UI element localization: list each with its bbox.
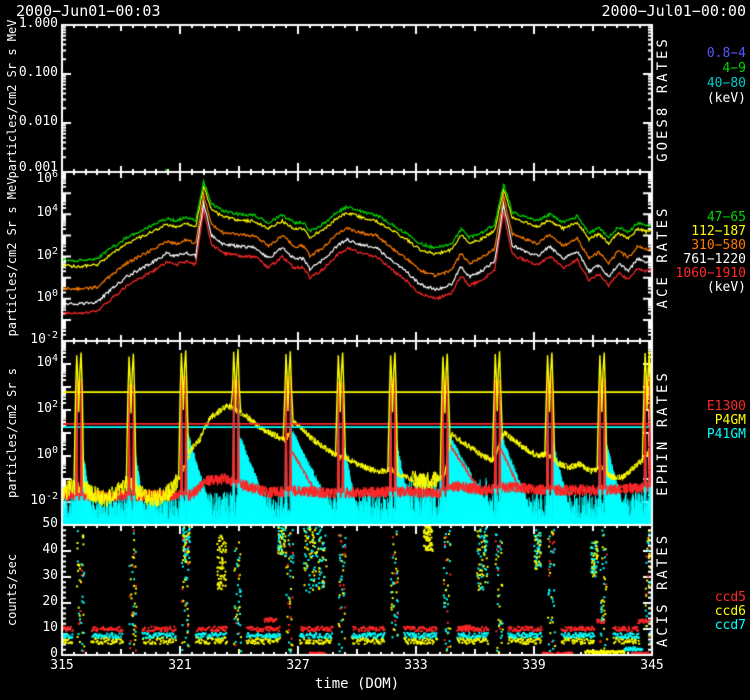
legend-entry: ccd7: [656, 618, 746, 634]
y-tick-exp: -2: [46, 491, 58, 502]
legend-entry: 40−80: [656, 76, 746, 92]
legend-entry: 0.8−4: [656, 46, 746, 62]
y-tick-base: 10: [36, 248, 52, 263]
y-tick-base: 10: [30, 493, 46, 508]
x-axis-label: time (DOM): [297, 676, 417, 692]
legend-entry: P41GM: [656, 427, 746, 443]
title-right-date: 2000−Jul01−00:00: [560, 3, 746, 19]
y-tick-base: 10: [36, 290, 52, 305]
y-tick-base: 10: [36, 447, 52, 462]
y-tick-exp: 6: [52, 169, 58, 180]
y-tick-exp: 2: [52, 399, 58, 410]
x-tick-label: 339: [514, 658, 554, 674]
y-tick-base: 10: [36, 401, 52, 416]
y-axis-label: particles/cm2 Sr s MeV: [4, 157, 20, 357]
x-tick-label: 333: [396, 658, 436, 674]
y-tick-exp: 4: [52, 353, 58, 364]
legend-entry: (keV): [656, 280, 746, 296]
y-tick-exp: 0: [52, 288, 58, 299]
y-tick-base: 10: [30, 332, 46, 347]
legend-entry: 4−9: [656, 61, 746, 77]
y-tick-base: 10: [36, 205, 52, 220]
chart-canvas: [0, 0, 750, 700]
legend-entry: (keV): [656, 91, 746, 107]
x-tick-label: 321: [160, 658, 200, 674]
x-tick-label: 327: [278, 658, 318, 674]
y-tick-base: 10: [36, 355, 52, 370]
radiation-rates-plot: 2000−Jun01−00:03 2000−Jul01−00:00 time (…: [0, 0, 750, 700]
y-tick-exp: -2: [46, 330, 58, 341]
y-tick-exp: 4: [52, 203, 58, 214]
y-tick-exp: 2: [52, 246, 58, 257]
y-axis-label: counts/sec: [4, 490, 20, 690]
y-tick-exp: 0: [52, 445, 58, 456]
y-tick-base: 10: [36, 171, 52, 186]
